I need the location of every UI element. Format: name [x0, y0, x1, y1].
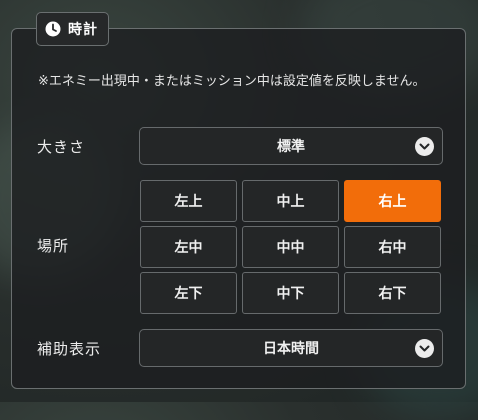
chevron-down-icon	[415, 339, 434, 358]
position-middle-center-button[interactable]: 中中	[242, 226, 339, 268]
panel-header-tab: 時計	[36, 12, 109, 46]
panel-title: 時計	[68, 22, 98, 38]
position-middle-left-button[interactable]: 左中	[140, 226, 237, 268]
aux-display-select-value: 日本時間	[263, 341, 319, 357]
aux-display-label: 補助表示	[37, 340, 102, 358]
position-middle-right-button[interactable]: 右中	[344, 226, 441, 268]
chevron-down-icon	[415, 137, 434, 156]
notice-text: ※エネミー出現中・またはミッション中は設定値を反映しません。	[38, 74, 426, 89]
position-label: 場所	[37, 237, 70, 255]
position-bottom-left-button[interactable]: 左下	[140, 272, 237, 314]
size-select-value: 標準	[277, 139, 305, 155]
position-top-center-button[interactable]: 中上	[242, 180, 339, 222]
position-bottom-right-button[interactable]: 右下	[344, 272, 441, 314]
position-top-left-button[interactable]: 左上	[140, 180, 237, 222]
size-select[interactable]: 標準	[139, 127, 443, 165]
aux-display-select[interactable]: 日本時間	[139, 329, 443, 367]
clock-icon	[45, 21, 61, 37]
size-label: 大きさ	[37, 138, 86, 156]
position-bottom-center-button[interactable]: 中下	[242, 272, 339, 314]
position-top-right-button[interactable]: 右上	[344, 180, 441, 222]
